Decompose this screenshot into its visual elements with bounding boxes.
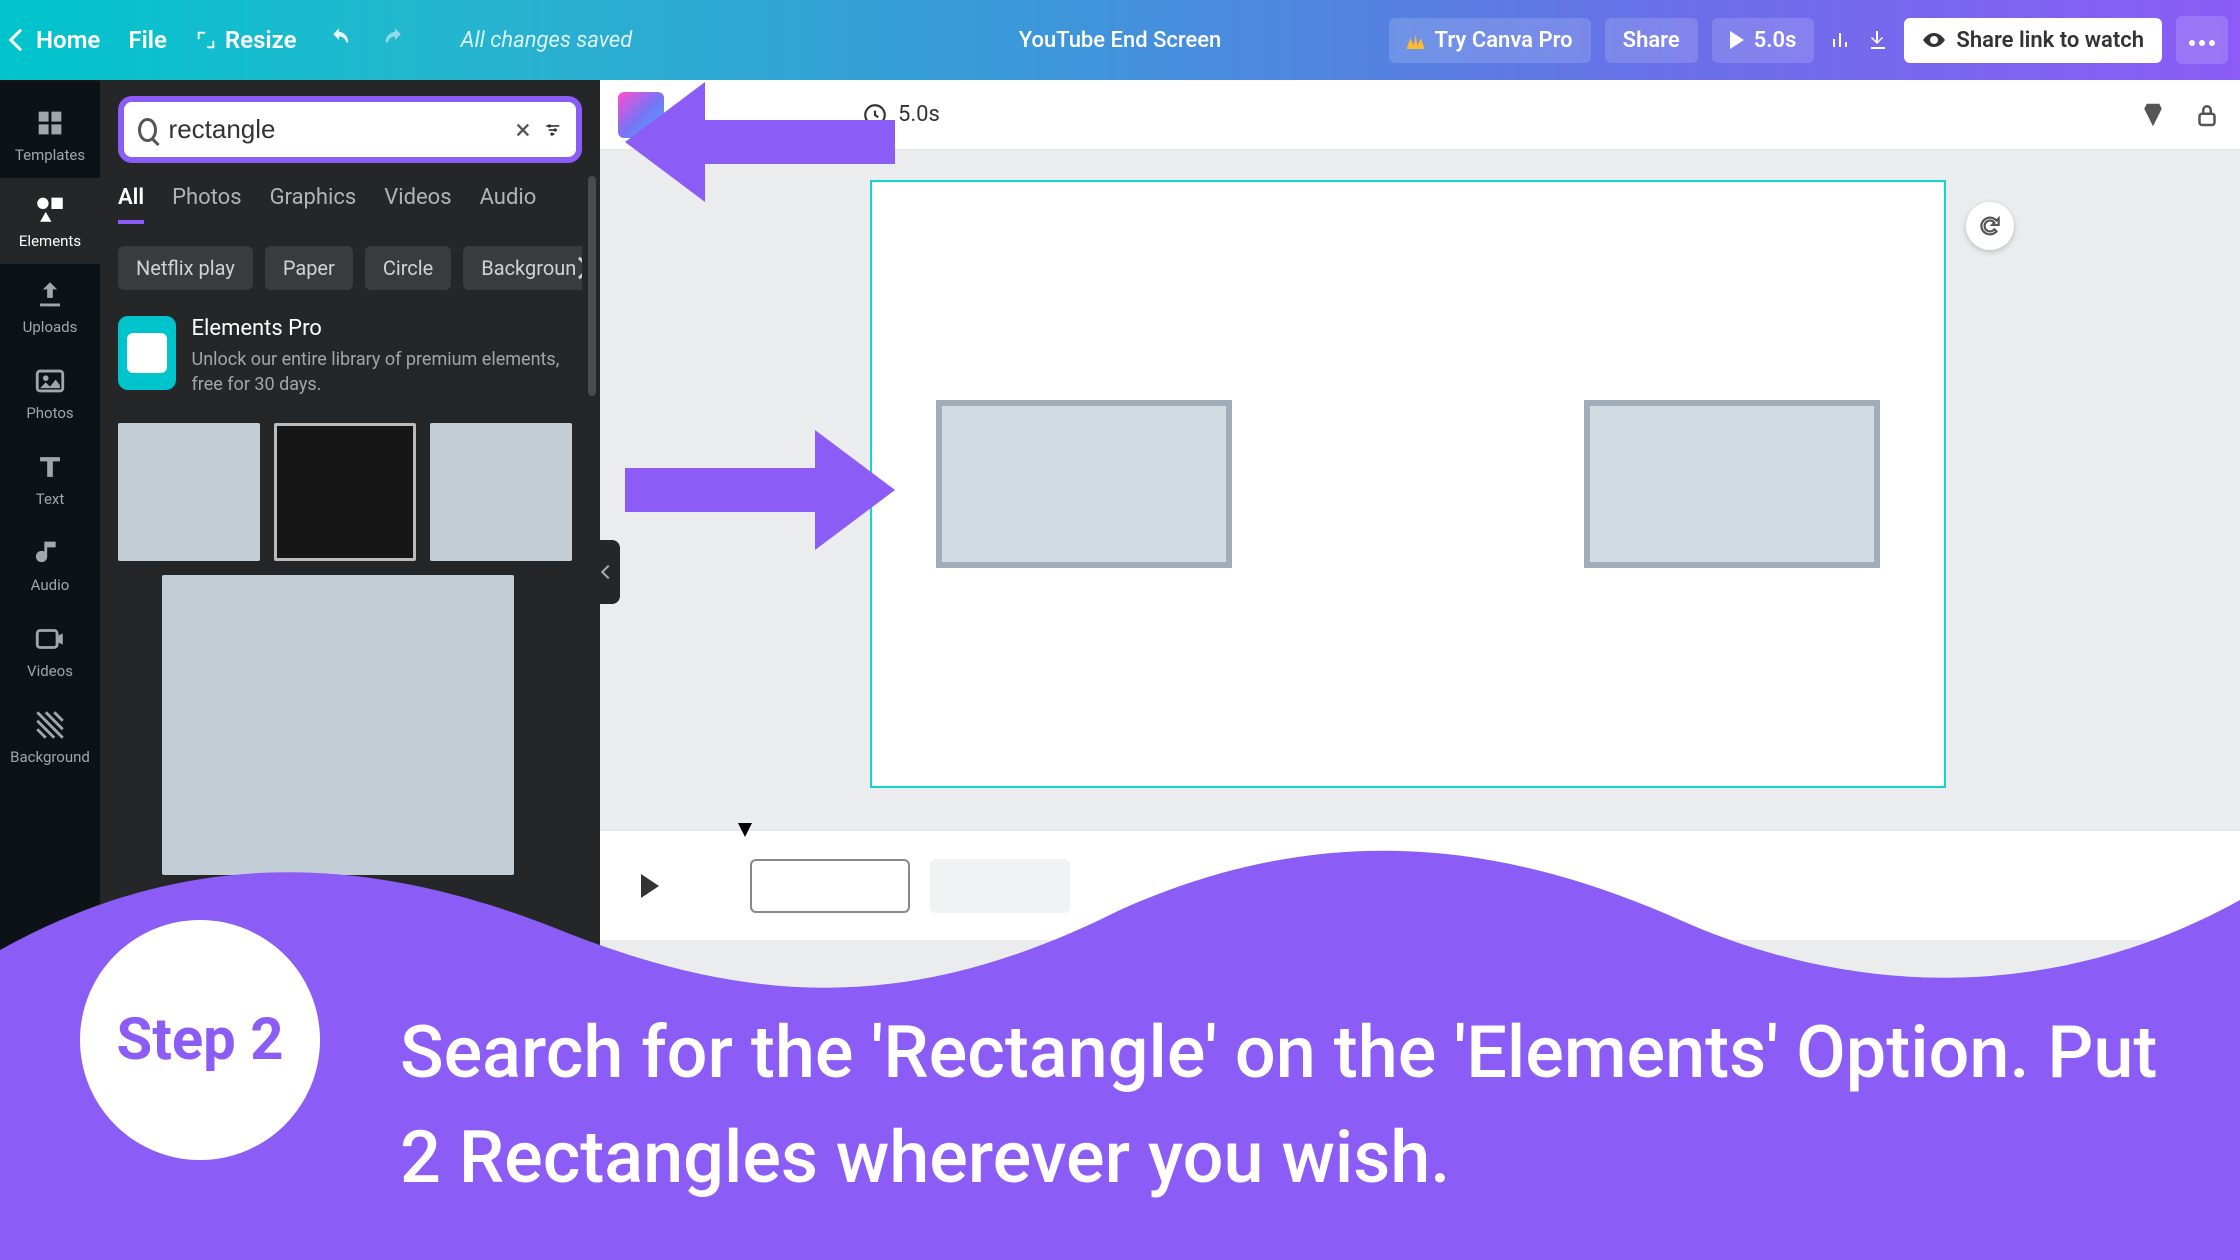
nav-templates-label: Templates xyxy=(15,146,85,164)
nav-audio[interactable]: Audio xyxy=(0,522,100,608)
nav-text[interactable]: Text xyxy=(0,436,100,522)
top-toolbar: Home File Resize All changes saved YouTu… xyxy=(0,0,2240,80)
play-preview-button[interactable]: 5.0s xyxy=(1712,18,1815,63)
share-link-button[interactable]: Share link to watch xyxy=(1904,18,2162,63)
home-button[interactable]: Home xyxy=(12,26,100,54)
annotation-arrow-to-canvas xyxy=(625,430,895,550)
more-icon xyxy=(2188,38,2216,48)
step-label: Step 2 xyxy=(117,1006,284,1074)
nav-elements-label: Elements xyxy=(19,232,81,250)
document-title[interactable]: YouTube End Screen xyxy=(1019,28,1222,53)
try-pro-button[interactable]: Try Canva Pro xyxy=(1389,18,1591,63)
annotation-arrow-to-search xyxy=(625,82,895,202)
nav-elements[interactable]: Elements xyxy=(0,178,100,264)
redo-button[interactable] xyxy=(381,26,409,54)
result-rectangle-outline[interactable] xyxy=(274,423,416,561)
tab-videos[interactable]: Videos xyxy=(384,185,451,224)
crown-icon xyxy=(1407,31,1425,49)
nav-videos[interactable]: Videos xyxy=(0,608,100,694)
instruction-text: Search for the 'Rectangle' on the 'Eleme… xyxy=(400,1001,2180,1210)
chip-background[interactable]: Backgroun xyxy=(463,246,582,290)
file-menu[interactable]: File xyxy=(128,26,167,54)
search-highlight: × xyxy=(118,96,582,163)
nav-text-label: Text xyxy=(36,490,65,508)
nav-background-label: Background xyxy=(10,748,90,766)
nav-uploads[interactable]: Uploads xyxy=(0,264,100,350)
chip-circle[interactable]: Circle xyxy=(365,246,451,290)
search-results xyxy=(118,423,582,875)
search-filter-button[interactable] xyxy=(543,116,563,144)
result-rectangle-solid-2[interactable] xyxy=(430,423,572,561)
nav-photos-label: Photos xyxy=(26,404,73,422)
tab-all[interactable]: All xyxy=(118,185,144,224)
nav-videos-label: Videos xyxy=(27,662,73,680)
nav-audio-label: Audio xyxy=(31,576,70,594)
suggestion-chips: Netflix play Paper Circle Backgroun xyxy=(118,246,582,290)
nav-background[interactable]: Background xyxy=(0,694,100,780)
eye-icon xyxy=(1922,28,1946,52)
search-input[interactable] xyxy=(169,114,504,145)
search-icon xyxy=(138,118,157,142)
undo-button[interactable] xyxy=(325,26,353,54)
styles-button[interactable] xyxy=(2138,100,2168,130)
play-duration-label: 5.0s xyxy=(1754,28,1797,53)
chevron-left-icon xyxy=(9,29,32,52)
tab-audio[interactable]: Audio xyxy=(480,185,537,224)
resize-icon xyxy=(195,29,217,51)
elements-tabs: All Photos Graphics Videos Audio xyxy=(118,185,582,224)
regenerate-button[interactable] xyxy=(1966,202,2014,250)
resize-button[interactable]: Resize xyxy=(195,26,297,54)
panel-scrollbar[interactable] xyxy=(588,176,596,396)
try-pro-label: Try Canva Pro xyxy=(1435,28,1573,53)
placed-rectangle-2[interactable] xyxy=(1584,400,1880,568)
collapse-panel-handle[interactable] xyxy=(596,540,620,604)
lock-button[interactable] xyxy=(2192,100,2222,130)
share-link-label: Share link to watch xyxy=(1956,28,2144,53)
play-icon xyxy=(1730,31,1744,49)
step-badge: Step 2 xyxy=(80,920,320,1160)
download-button[interactable] xyxy=(1866,28,1890,52)
home-label: Home xyxy=(36,26,100,54)
tab-graphics[interactable]: Graphics xyxy=(270,185,357,224)
nav-photos[interactable]: Photos xyxy=(0,350,100,436)
pro-badge-icon xyxy=(118,316,176,390)
refresh-icon xyxy=(1977,213,2003,239)
tab-photos[interactable]: Photos xyxy=(172,185,241,224)
resize-label: Resize xyxy=(225,26,297,54)
elements-pro-card[interactable]: Elements Pro Unlock our entire library o… xyxy=(118,316,582,397)
clear-search-button[interactable]: × xyxy=(516,116,531,144)
chip-paper[interactable]: Paper xyxy=(265,246,353,290)
pro-subtitle: Unlock our entire library of premium ele… xyxy=(192,347,582,397)
chip-netflix-play[interactable]: Netflix play xyxy=(118,246,253,290)
more-menu-button[interactable] xyxy=(2176,16,2228,64)
nav-uploads-label: Uploads xyxy=(23,318,78,336)
save-status: All changes saved xyxy=(461,28,633,53)
canvas-page[interactable] xyxy=(870,180,1946,788)
nav-templates[interactable]: Templates xyxy=(0,92,100,178)
placed-rectangle-1[interactable] xyxy=(936,400,1232,568)
duration-value: 5.0s xyxy=(898,102,940,127)
result-rectangle-solid[interactable] xyxy=(118,423,260,561)
search-field[interactable]: × xyxy=(124,102,576,157)
analytics-button[interactable] xyxy=(1828,28,1852,52)
share-button[interactable]: Share xyxy=(1605,18,1698,63)
pro-title: Elements Pro xyxy=(192,316,582,341)
